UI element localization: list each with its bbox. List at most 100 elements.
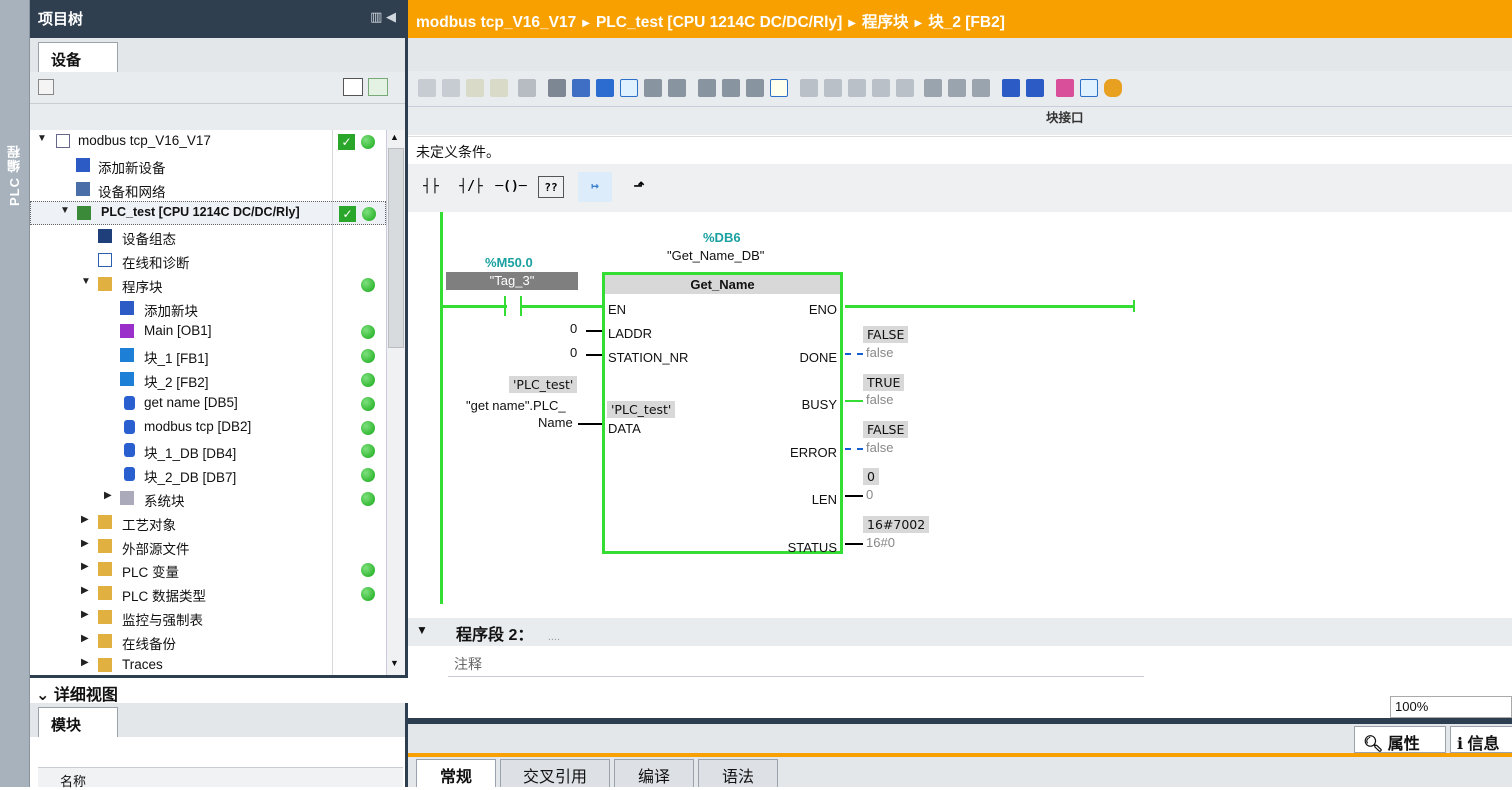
collapse-arrow-icon[interactable]: ▶ xyxy=(81,514,89,525)
database-icon[interactable] xyxy=(1104,79,1122,97)
collapse-arrow-icon[interactable]: ▶ xyxy=(81,585,89,596)
collapse-arrow-icon[interactable]: ▶ xyxy=(81,657,89,668)
busy-operand[interactable]: false xyxy=(866,392,893,407)
scroll-up-icon[interactable]: ▲ xyxy=(390,132,399,142)
copy-snapshot-icon[interactable] xyxy=(896,79,914,97)
collapse-arrow-icon[interactable]: ▶ xyxy=(81,633,89,644)
monitoring-on-off-icon[interactable] xyxy=(1080,79,1098,97)
laddr-value[interactable]: 0 xyxy=(570,321,577,336)
expand-arrow-icon[interactable]: ▼ xyxy=(37,133,47,144)
contact-tag[interactable]: "Tag_3" xyxy=(446,272,578,290)
len-watch-value: 0 xyxy=(863,468,879,485)
breadcrumb-program-blocks[interactable]: 程序块 xyxy=(862,14,909,31)
get-name-block[interactable]: Get_Name EN LADDR STATION_NR 'PLC_test' … xyxy=(602,272,843,555)
no-contact-icon[interactable]: ┤├ xyxy=(414,172,448,202)
append-row-icon[interactable] xyxy=(490,79,508,97)
contact-address[interactable]: %M50.0 xyxy=(485,255,533,270)
favorites-icon[interactable] xyxy=(644,79,662,97)
instance-db-address[interactable]: %DB6 xyxy=(703,230,741,245)
empty-box-icon[interactable]: ?? xyxy=(538,176,564,198)
return-icon[interactable] xyxy=(972,79,990,97)
tab-compile[interactable]: 编译 xyxy=(614,759,694,787)
done-operand[interactable]: false xyxy=(866,345,893,360)
pin-done: DONE xyxy=(799,350,837,365)
nc-contact-icon[interactable]: ┤/├ xyxy=(454,172,488,202)
close-branch-icon[interactable]: ⬏ xyxy=(622,172,656,202)
grid-view-icon[interactable] xyxy=(343,78,363,96)
assign-icon[interactable] xyxy=(924,79,942,97)
column-name-header[interactable]: 名称 xyxy=(60,771,86,790)
tab-devices[interactable]: 设备 xyxy=(38,42,118,72)
open-branch-icon[interactable] xyxy=(518,79,536,97)
folder-icon xyxy=(98,538,112,553)
collapse-arrow-icon[interactable]: ▶ xyxy=(81,609,89,620)
instance-db-name[interactable]: "Get_Name_DB" xyxy=(667,248,764,263)
absolute-symbolic-icon[interactable] xyxy=(548,79,566,97)
snapshot-icon[interactable] xyxy=(848,79,866,97)
expand-arrow-icon[interactable]: ▼ xyxy=(81,276,91,287)
left-vertical-strip[interactable]: PLC 编程 xyxy=(0,0,30,787)
collapse-all-icon[interactable] xyxy=(572,79,590,97)
tab-modules[interactable]: 模块 xyxy=(38,707,118,737)
monitor-icon[interactable] xyxy=(800,79,818,97)
db-icon xyxy=(124,419,135,434)
tab-general[interactable]: 常规 xyxy=(416,759,496,787)
call-hierarchy-icon[interactable] xyxy=(1002,79,1020,97)
load-snapshot-icon[interactable] xyxy=(872,79,890,97)
network-2-title-placeholder[interactable]: .... xyxy=(548,631,560,643)
block-interface-bar[interactable] xyxy=(408,107,1512,135)
data-operand-line2[interactable]: Name xyxy=(538,415,573,430)
network-2-title[interactable]: 程序段 2： .... xyxy=(456,621,560,645)
breadcrumb-block[interactable]: 块_2 [FB2] xyxy=(928,14,1005,31)
scroll-down-icon[interactable]: ▼ xyxy=(390,658,399,668)
modify-icon[interactable] xyxy=(824,79,842,97)
len-operand[interactable]: 0 xyxy=(866,487,873,502)
chevron-down-icon[interactable]: ⌄ xyxy=(36,687,49,704)
expand-arrow-icon[interactable]: ▼ xyxy=(60,205,70,216)
cross-reference-icon[interactable] xyxy=(1026,79,1044,97)
show-favorites-icon[interactable] xyxy=(770,79,788,97)
collapse-panel-icon[interactable]: ▥ ◀ xyxy=(370,9,396,25)
expand-all-icon[interactable] xyxy=(596,79,614,97)
insert-row-icon[interactable] xyxy=(466,79,484,97)
overview-icon[interactable] xyxy=(38,79,54,95)
scrollbar-thumb[interactable] xyxy=(388,148,404,348)
insert-network-icon[interactable] xyxy=(418,79,436,97)
info-tab[interactable]: ℹ 信息 xyxy=(1450,726,1512,753)
next-error-icon[interactable] xyxy=(698,79,716,97)
plc-programming-label[interactable]: PLC 编程 xyxy=(5,120,25,230)
breadcrumb-project[interactable]: modbus tcp_V16_V17 xyxy=(416,14,576,31)
jump-icon[interactable] xyxy=(948,79,966,97)
info-label: 信息 xyxy=(1467,736,1500,753)
data-wire xyxy=(578,423,602,425)
status-operand[interactable]: 16#0 xyxy=(866,535,895,550)
data-operand-line1[interactable]: "get name".PLC_ xyxy=(466,398,566,413)
add-to-view-icon[interactable] xyxy=(368,78,388,96)
open-branch-icon[interactable]: ↦ xyxy=(578,172,612,202)
update-calls-icon[interactable] xyxy=(746,79,764,97)
zoom-level-field[interactable]: 100% xyxy=(1390,696,1512,718)
detail-view-header[interactable]: ⌄ 详细视图 xyxy=(30,675,408,704)
properties-tab[interactable]: 🔍︎ 属性 xyxy=(1354,726,1446,753)
assignment-list-icon[interactable] xyxy=(1056,79,1074,97)
delete-network-icon[interactable] xyxy=(442,79,460,97)
network-comment-field[interactable]: 注释 xyxy=(448,651,1144,677)
block-interface-label[interactable]: 块接口 xyxy=(1046,107,1084,126)
error-operand[interactable]: false xyxy=(866,440,893,455)
tab-syntax[interactable]: 语法 xyxy=(698,759,778,787)
network-2-header[interactable]: ▼ xyxy=(408,618,1512,646)
collapse-network-icon[interactable]: ▼ xyxy=(416,623,428,637)
coil-icon[interactable]: ─()─ xyxy=(494,172,528,202)
collapse-arrow-icon[interactable]: ▶ xyxy=(81,538,89,549)
tree-scrollbar[interactable]: ▲ ▼ xyxy=(386,130,405,675)
tab-cross-reference[interactable]: 交叉引用 xyxy=(500,759,610,787)
station-value[interactable]: 0 xyxy=(570,345,577,360)
previous-error-icon[interactable] xyxy=(722,79,740,97)
tree-item-label: 监控与强制表 xyxy=(122,613,203,628)
breadcrumb-plc[interactable]: PLC_test [CPU 1214C DC/DC/Rly] xyxy=(596,14,842,31)
comments-toggle-icon[interactable] xyxy=(620,79,638,97)
go-to-error-icon[interactable] xyxy=(668,79,686,97)
eno-energized-wire xyxy=(845,305,1135,308)
collapse-arrow-icon[interactable]: ▶ xyxy=(104,490,112,501)
collapse-arrow-icon[interactable]: ▶ xyxy=(81,561,89,572)
